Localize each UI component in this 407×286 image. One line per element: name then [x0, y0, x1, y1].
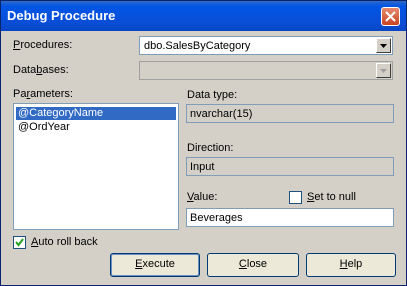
parameters-label: Parameters:	[13, 88, 73, 100]
close-window-button[interactable]	[381, 7, 400, 26]
chevron-down-icon	[380, 69, 387, 73]
auto-roll-back-label: Auto roll back	[31, 236, 98, 248]
debug-procedure-dialog: Debug Procedure Procedures: dbo.SalesByC…	[0, 0, 407, 286]
checkmark-icon	[15, 238, 24, 247]
value-label: Value:	[187, 191, 218, 203]
close-icon	[385, 11, 396, 22]
title-bar: Debug Procedure	[1, 1, 406, 31]
auto-roll-back-checkbox[interactable]	[13, 236, 26, 249]
close-button[interactable]: Close	[207, 253, 299, 277]
parameters-listbox[interactable]: @CategoryName @OrdYear	[13, 103, 179, 230]
execute-button[interactable]: Execute	[110, 253, 200, 277]
procedures-dropdown[interactable]: dbo.SalesByCategory	[139, 36, 393, 55]
set-to-null-checkbox[interactable]	[289, 191, 302, 204]
procedures-label: Procedures:	[13, 39, 73, 51]
value-input-text: Beverages	[190, 212, 243, 224]
direction-value: Input	[190, 161, 215, 173]
chevron-down-icon	[380, 44, 387, 48]
procedures-value: dbo.SalesByCategory	[144, 40, 251, 52]
mnemonic-char: V	[187, 191, 194, 203]
procedures-dropdown-arrow[interactable]	[376, 38, 391, 53]
mnemonic-char: b	[36, 64, 43, 76]
mnemonic-char: H	[339, 258, 348, 270]
mnemonic-char: P	[13, 39, 21, 51]
direction-field: Input	[186, 157, 394, 176]
mnemonic-char: r	[26, 88, 31, 100]
mnemonic-char: E	[135, 258, 143, 270]
data-type-value: nvarchar(15)	[190, 108, 253, 120]
mnemonic-char: C	[238, 258, 247, 270]
set-to-null-label: Set to null	[307, 191, 356, 203]
data-type-label: Data type:	[187, 89, 238, 101]
window-title: Debug Procedure	[7, 8, 116, 23]
databases-dropdown[interactable]	[139, 61, 393, 80]
mnemonic-char: S	[307, 191, 315, 203]
value-input[interactable]: Beverages	[186, 208, 394, 227]
data-type-field: nvarchar(15)	[186, 104, 394, 123]
databases-dropdown-arrow[interactable]	[376, 63, 391, 78]
parameter-item[interactable]: @OrdYear	[16, 121, 176, 134]
parameter-item[interactable]: @CategoryName	[16, 107, 176, 120]
databases-label: Databases:	[13, 64, 69, 76]
direction-label: Direction:	[187, 142, 234, 154]
help-button[interactable]: Help	[306, 253, 396, 277]
mnemonic-char: A	[31, 236, 39, 248]
